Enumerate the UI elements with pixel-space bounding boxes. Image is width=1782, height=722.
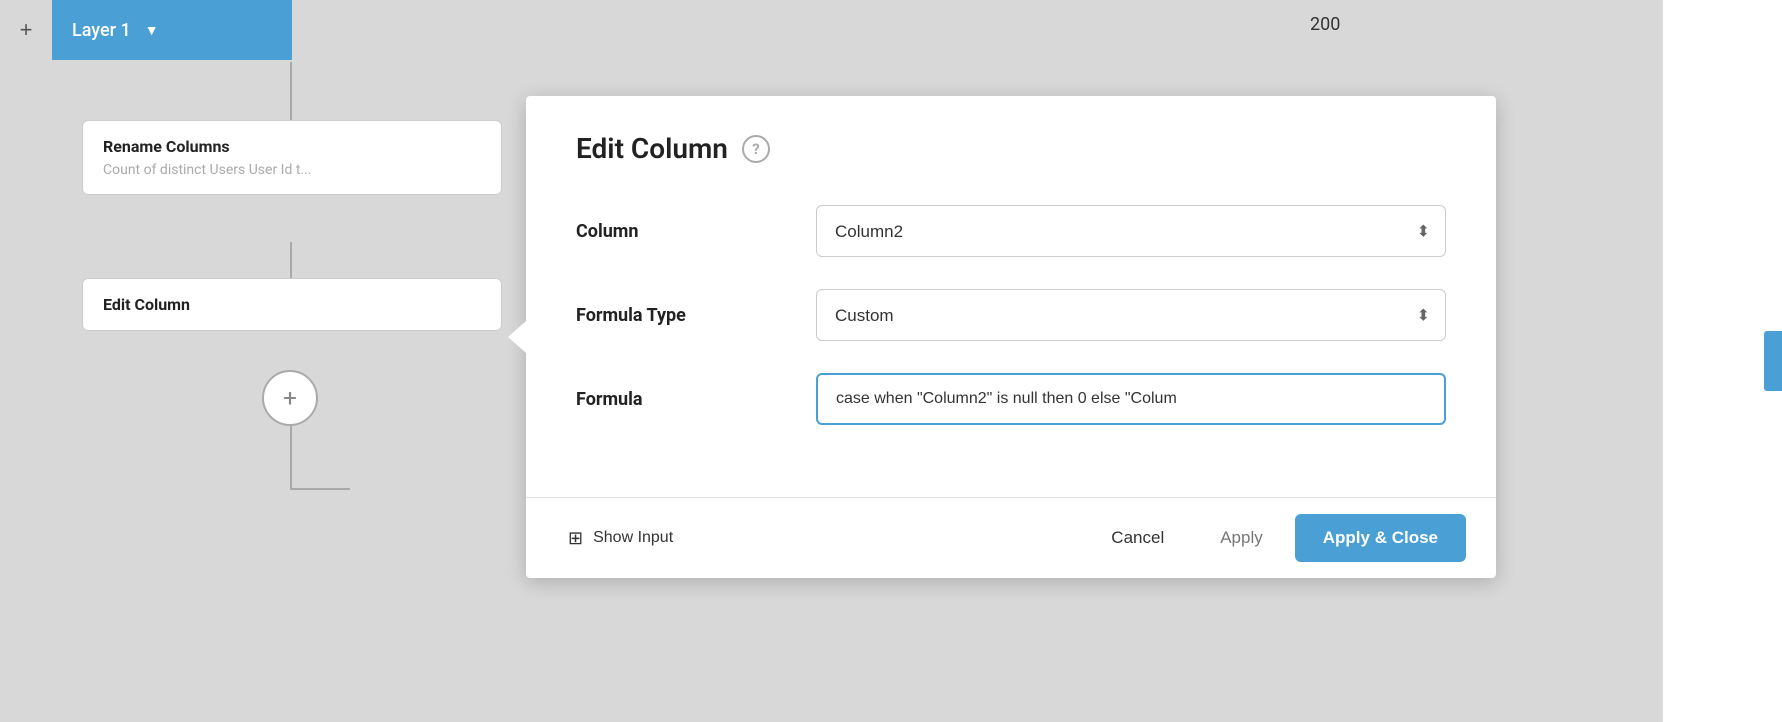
formula-row: Formula [576, 373, 1446, 425]
dialog-body: Edit Column ? Column Column2 Column1 Col… [526, 96, 1496, 497]
show-input-label: Show Input [593, 529, 673, 547]
connector-h [290, 488, 350, 490]
layer-label: Layer 1 [72, 20, 131, 41]
apply-close-button[interactable]: Apply & Close [1295, 514, 1466, 562]
edit-column-node[interactable]: Edit Column [82, 278, 502, 331]
dialog-footer: ⊞ Show Input Cancel Apply Apply & Close [526, 497, 1496, 578]
show-input-button[interactable]: ⊞ Show Input [556, 520, 685, 557]
connector-v1 [290, 62, 292, 122]
add-node-button[interactable]: + [262, 370, 318, 426]
column-row: Column Column2 Column1 Column3 [576, 205, 1446, 257]
top-bar: + Layer 1 ▼ [0, 0, 520, 60]
dialog-arrow [508, 321, 526, 353]
footer-actions: Cancel Apply Apply & Close [1087, 514, 1466, 562]
panel-handle[interactable] [1764, 331, 1782, 391]
column-select-wrapper: Column2 Column1 Column3 [816, 205, 1446, 257]
column-label: Column [576, 221, 816, 242]
right-panel [1662, 0, 1782, 722]
connector-v2 [290, 242, 292, 280]
add-layer-button[interactable]: + [0, 0, 52, 60]
dialog-title-text: Edit Column [576, 132, 728, 165]
formula-input[interactable] [816, 373, 1446, 425]
formula-type-select[interactable]: Custom Standard Aggregate [816, 289, 1446, 341]
add-circle-icon: + [283, 384, 297, 412]
column-control: Column2 Column1 Column3 [816, 205, 1446, 257]
dialog-title-row: Edit Column ? [576, 132, 1446, 165]
rename-columns-node[interactable]: Rename Columns Count of distinct Users U… [82, 120, 502, 195]
add-icon: + [20, 17, 33, 43]
layer-tab[interactable]: Layer 1 ▼ [52, 0, 292, 60]
help-icon[interactable]: ? [742, 135, 770, 163]
apply-button[interactable]: Apply [1196, 516, 1287, 560]
layer-chevron-icon: ▼ [145, 22, 159, 39]
formula-type-label: Formula Type [576, 305, 816, 326]
formula-type-row: Formula Type Custom Standard Aggregate [576, 289, 1446, 341]
edit-column-title: Edit Column [103, 295, 481, 314]
formula-control [816, 373, 1446, 425]
table-icon: ⊞ [568, 528, 583, 549]
formula-type-control: Custom Standard Aggregate [816, 289, 1446, 341]
rename-columns-subtitle: Count of distinct Users User Id t... [103, 162, 481, 178]
formula-type-select-wrapper: Custom Standard Aggregate [816, 289, 1446, 341]
column-number: 200 [1310, 14, 1340, 35]
rename-columns-title: Rename Columns [103, 137, 481, 156]
cancel-button[interactable]: Cancel [1087, 516, 1188, 560]
formula-label: Formula [576, 389, 816, 410]
column-select[interactable]: Column2 Column1 Column3 [816, 205, 1446, 257]
edit-column-dialog: Edit Column ? Column Column2 Column1 Col… [526, 96, 1496, 578]
